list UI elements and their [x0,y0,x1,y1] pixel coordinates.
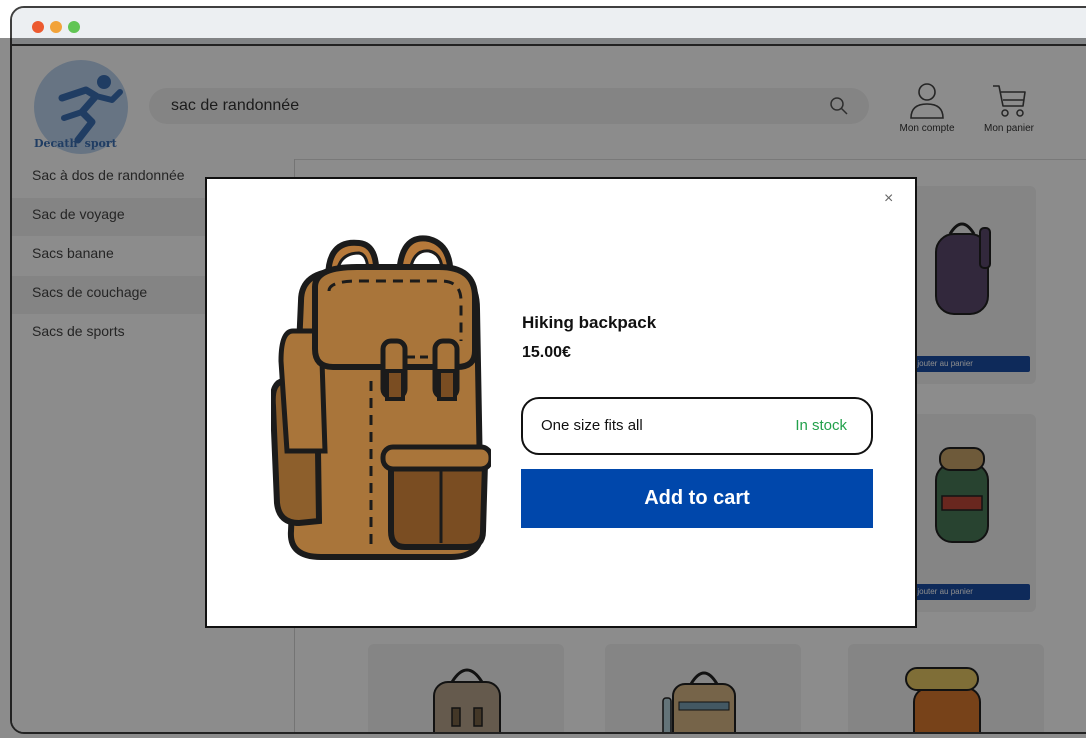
product-quick-view-modal: × Hiking backpack 15.00€ One size fits a… [205,177,917,628]
maximize-window-dot[interactable] [68,21,80,33]
add-to-cart-button[interactable]: Add to cart [521,469,873,528]
size-label: One size fits all [541,417,643,434]
stock-status: In stock [795,417,847,434]
close-icon[interactable]: × [884,191,893,207]
size-selector[interactable]: One size fits all In stock [521,397,873,455]
minimize-window-dot[interactable] [50,21,62,33]
product-name: Hiking backpack [522,313,657,332]
backpack-image [271,235,491,560]
product-price: 15.00€ [522,344,571,361]
close-window-dot[interactable] [32,21,44,33]
